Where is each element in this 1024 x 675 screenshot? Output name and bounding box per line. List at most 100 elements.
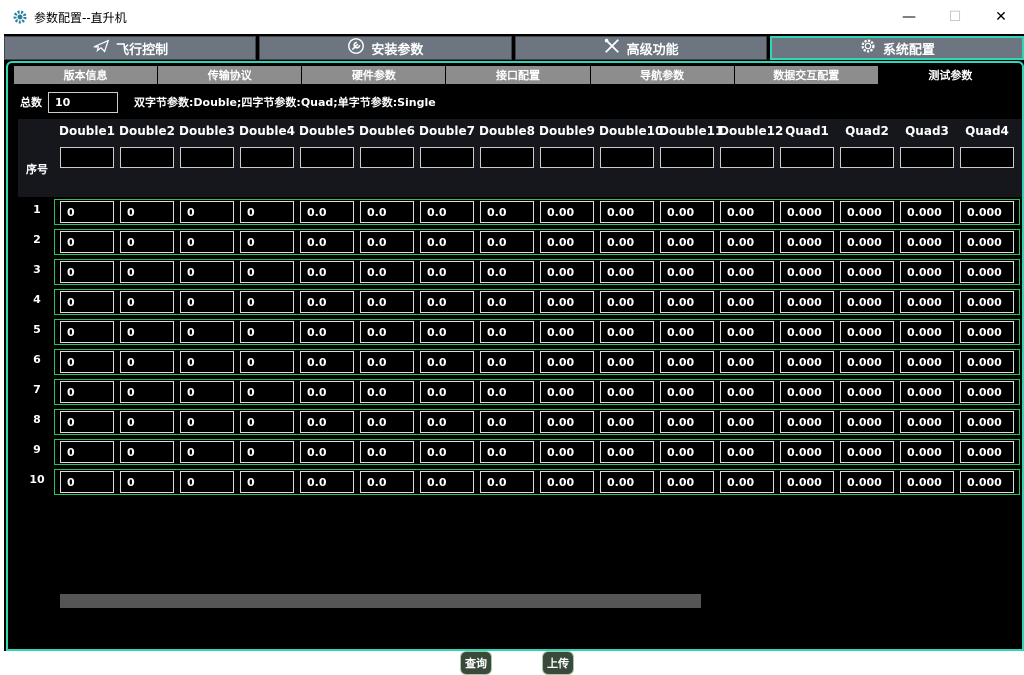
value-cell-input[interactable]: 0 <box>120 231 174 253</box>
value-cell-input[interactable]: 0.000 <box>900 261 954 283</box>
value-cell-input[interactable]: 0.0 <box>300 441 354 463</box>
value-cell-input[interactable]: 0 <box>120 471 174 493</box>
value-cell-input[interactable]: 0.0 <box>300 381 354 403</box>
value-cell-input[interactable]: 0.000 <box>780 351 834 373</box>
value-cell-input[interactable]: 0 <box>120 381 174 403</box>
value-cell-input[interactable]: 0 <box>180 351 234 373</box>
value-cell-input[interactable]: 0 <box>180 411 234 433</box>
value-cell-input[interactable]: 0.00 <box>720 471 774 493</box>
value-cell-input[interactable]: 0.000 <box>780 381 834 403</box>
value-cell-input[interactable]: 0.000 <box>840 201 894 223</box>
value-cell-input[interactable]: 0 <box>60 231 114 253</box>
value-cell-input[interactable]: 0.00 <box>720 411 774 433</box>
subtab-navigation-params[interactable]: 导航参数 <box>590 66 734 84</box>
value-cell-input[interactable]: 0 <box>240 201 294 223</box>
value-cell-input[interactable]: 0.000 <box>840 471 894 493</box>
value-cell-input[interactable]: 0 <box>60 381 114 403</box>
value-cell-input[interactable]: 0.000 <box>840 381 894 403</box>
value-cell-input[interactable]: 0 <box>240 441 294 463</box>
column-filter-input[interactable] <box>900 147 954 168</box>
value-cell-input[interactable]: 0 <box>60 201 114 223</box>
value-cell-input[interactable]: 0.00 <box>660 231 714 253</box>
value-cell-input[interactable]: 0.00 <box>600 381 654 403</box>
value-cell-input[interactable]: 0.00 <box>660 261 714 283</box>
value-cell-input[interactable]: 0 <box>180 441 234 463</box>
value-cell-input[interactable]: 0.000 <box>900 441 954 463</box>
value-cell-input[interactable]: 0 <box>120 291 174 313</box>
value-cell-input[interactable]: 0 <box>240 471 294 493</box>
value-cell-input[interactable]: 0.000 <box>900 321 954 343</box>
tab-advanced-functions[interactable]: 高级功能 <box>514 36 767 60</box>
total-input[interactable]: 10 <box>48 91 118 113</box>
value-cell-input[interactable]: 0 <box>60 351 114 373</box>
value-cell-input[interactable]: 0 <box>60 261 114 283</box>
value-cell-input[interactable]: 0.00 <box>720 321 774 343</box>
value-cell-input[interactable]: 0.00 <box>660 441 714 463</box>
value-cell-input[interactable]: 0.00 <box>600 351 654 373</box>
value-cell-input[interactable]: 0.0 <box>300 411 354 433</box>
value-cell-input[interactable]: 0.000 <box>780 201 834 223</box>
value-cell-input[interactable]: 0.0 <box>480 321 534 343</box>
value-cell-input[interactable]: 0.000 <box>900 201 954 223</box>
subtab-version-info[interactable]: 版本信息 <box>14 66 158 84</box>
value-cell-input[interactable]: 0.0 <box>360 261 414 283</box>
value-cell-input[interactable]: 0.0 <box>480 291 534 313</box>
value-cell-input[interactable]: 0.000 <box>780 321 834 343</box>
horizontal-scrollbar[interactable] <box>60 594 701 608</box>
value-cell-input[interactable]: 0 <box>240 411 294 433</box>
value-cell-input[interactable]: 0.000 <box>960 261 1014 283</box>
value-cell-input[interactable]: 0.000 <box>780 261 834 283</box>
value-cell-input[interactable]: 0.0 <box>360 411 414 433</box>
value-cell-input[interactable]: 0.000 <box>840 291 894 313</box>
tab-system-config[interactable]: 系统配置 <box>769 36 1024 60</box>
value-cell-input[interactable]: 0.00 <box>720 231 774 253</box>
value-cell-input[interactable]: 0.00 <box>540 261 594 283</box>
value-cell-input[interactable]: 0.0 <box>480 411 534 433</box>
value-cell-input[interactable]: 0.00 <box>540 381 594 403</box>
value-cell-input[interactable]: 0.000 <box>900 291 954 313</box>
value-cell-input[interactable]: 0 <box>180 231 234 253</box>
value-cell-input[interactable]: 0.00 <box>660 471 714 493</box>
value-cell-input[interactable]: 0 <box>180 201 234 223</box>
value-cell-input[interactable]: 0.0 <box>360 291 414 313</box>
value-cell-input[interactable]: 0.00 <box>720 261 774 283</box>
value-cell-input[interactable]: 0 <box>180 261 234 283</box>
value-cell-input[interactable]: 0.0 <box>300 471 354 493</box>
column-filter-input[interactable] <box>480 147 534 168</box>
value-cell-input[interactable]: 0.0 <box>300 261 354 283</box>
value-cell-input[interactable]: 0.000 <box>900 471 954 493</box>
value-cell-input[interactable]: 0 <box>60 441 114 463</box>
value-cell-input[interactable]: 0.0 <box>420 441 474 463</box>
value-cell-input[interactable]: 0.0 <box>420 321 474 343</box>
column-filter-input[interactable] <box>120 147 174 168</box>
value-cell-input[interactable]: 0.000 <box>780 291 834 313</box>
column-filter-input[interactable] <box>180 147 234 168</box>
upload-button[interactable]: 上传 <box>542 651 574 675</box>
value-cell-input[interactable]: 0.0 <box>360 231 414 253</box>
value-cell-input[interactable]: 0.000 <box>840 351 894 373</box>
value-cell-input[interactable]: 0.00 <box>600 471 654 493</box>
value-cell-input[interactable]: 0.0 <box>360 471 414 493</box>
value-cell-input[interactable]: 0.00 <box>660 411 714 433</box>
value-cell-input[interactable]: 0.000 <box>960 231 1014 253</box>
column-filter-input[interactable] <box>720 147 774 168</box>
column-filter-input[interactable] <box>300 147 354 168</box>
value-cell-input[interactable]: 0.0 <box>420 261 474 283</box>
value-cell-input[interactable]: 0 <box>240 381 294 403</box>
value-cell-input[interactable]: 0 <box>240 291 294 313</box>
value-cell-input[interactable]: 0.000 <box>780 231 834 253</box>
value-cell-input[interactable]: 0.000 <box>840 411 894 433</box>
close-button[interactable]: ✕ <box>978 0 1024 34</box>
value-cell-input[interactable]: 0.00 <box>600 201 654 223</box>
value-cell-input[interactable]: 0.00 <box>600 441 654 463</box>
value-cell-input[interactable]: 0.000 <box>840 321 894 343</box>
value-cell-input[interactable]: 0.0 <box>300 291 354 313</box>
value-cell-input[interactable]: 0.0 <box>480 441 534 463</box>
value-cell-input[interactable]: 0.00 <box>720 351 774 373</box>
value-cell-input[interactable]: 0.00 <box>600 261 654 283</box>
value-cell-input[interactable]: 0 <box>60 411 114 433</box>
column-filter-input[interactable] <box>600 147 654 168</box>
value-cell-input[interactable]: 0 <box>120 351 174 373</box>
value-cell-input[interactable]: 0.0 <box>480 201 534 223</box>
value-cell-input[interactable]: 0.0 <box>480 261 534 283</box>
